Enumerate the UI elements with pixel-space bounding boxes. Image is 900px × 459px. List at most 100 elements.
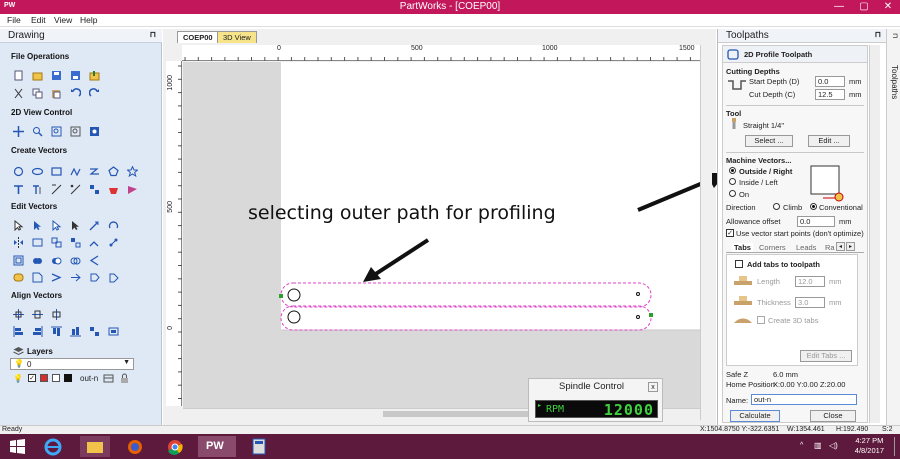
- layer-lock-icon[interactable]: [119, 373, 130, 384]
- tab-3d-view[interactable]: 3D View: [217, 31, 257, 43]
- tray-chevron-icon[interactable]: ^: [800, 442, 803, 449]
- side-tab-pin-icon[interactable]: ⊓: [890, 33, 898, 38]
- menu-file[interactable]: File: [7, 15, 21, 25]
- layer-checkbox[interactable]: ✓: [28, 374, 36, 382]
- toolpath-name-input[interactable]: out-n: [751, 394, 857, 405]
- chrome-icon[interactable]: [160, 436, 190, 457]
- open-folder-icon[interactable]: [32, 70, 43, 81]
- edit-tabs-button[interactable]: Edit Tabs ...: [800, 350, 852, 362]
- partworks-taskbar-button[interactable]: PW: [198, 436, 236, 457]
- zoom-box-icon[interactable]: [32, 126, 43, 137]
- rotate-icon[interactable]: [108, 220, 119, 231]
- polyline-icon[interactable]: [70, 166, 81, 177]
- align-bottom-icon[interactable]: [70, 326, 81, 337]
- text-icon[interactable]: [13, 184, 24, 195]
- smooth-icon[interactable]: [70, 272, 81, 283]
- toolpaths-scrollbar[interactable]: [869, 45, 880, 423]
- star-icon[interactable]: [127, 166, 138, 177]
- ungroup-icon[interactable]: [70, 237, 81, 248]
- dimension-icon[interactable]: [51, 184, 62, 195]
- calculator-icon[interactable]: [244, 436, 274, 457]
- show-desktop-button[interactable]: [894, 437, 898, 456]
- layer-fill-swatch[interactable]: [52, 374, 60, 382]
- end-node-marker[interactable]: [649, 313, 653, 317]
- move-icon[interactable]: [70, 220, 81, 231]
- radio-conventional[interactable]: [810, 203, 817, 210]
- tab-2d-view[interactable]: COEP00: [177, 31, 219, 43]
- start-depth-input[interactable]: 0.0: [815, 76, 845, 87]
- extend-icon[interactable]: [51, 272, 62, 283]
- fillet-tool-icon[interactable]: [13, 272, 24, 283]
- text-on-curve-icon[interactable]: [32, 184, 43, 195]
- distort-icon[interactable]: [32, 237, 43, 248]
- file-explorer-icon[interactable]: [80, 436, 110, 457]
- close-vector-icon[interactable]: [108, 237, 119, 248]
- ellipse-icon[interactable]: [32, 166, 43, 177]
- import-icon[interactable]: [89, 70, 100, 81]
- allowance-input[interactable]: 0.0: [797, 216, 835, 227]
- tool-edit-button[interactable]: Edit ...: [808, 135, 850, 147]
- align-horizontal-icon[interactable]: [32, 309, 43, 320]
- internet-explorer-icon[interactable]: [38, 436, 68, 457]
- paste-icon[interactable]: [51, 88, 62, 99]
- layer-visible-icon[interactable]: 💡: [13, 374, 23, 383]
- scale-icon[interactable]: [89, 220, 100, 231]
- menu-view[interactable]: View: [54, 15, 72, 25]
- layer-color-swatch[interactable]: [40, 374, 48, 382]
- toolpaths-side-tab[interactable]: ⊓ Toolpaths: [886, 29, 900, 425]
- subtab-ramps[interactable]: Ra: [825, 243, 835, 252]
- subtab-scroll-left-icon[interactable]: ◂: [836, 242, 845, 251]
- align-vertical-icon[interactable]: [51, 309, 62, 320]
- hole-small-1[interactable]: [636, 292, 640, 296]
- new-file-icon[interactable]: [13, 70, 24, 81]
- system-clock[interactable]: 4:27 PM 4/8/2017: [855, 436, 884, 456]
- hole-circle-2[interactable]: [287, 310, 301, 324]
- vertical-scrollbar[interactable]: [700, 45, 712, 420]
- subtract-icon[interactable]: [51, 255, 62, 266]
- layer-manager-icon[interactable]: [103, 373, 114, 384]
- pan-icon[interactable]: [13, 126, 24, 137]
- start-node-marker[interactable]: [279, 294, 283, 298]
- copy-icon[interactable]: [32, 88, 43, 99]
- pin-icon[interactable]: ⊓: [150, 30, 156, 39]
- mirror-icon[interactable]: [13, 237, 24, 248]
- redo-icon[interactable]: [89, 88, 100, 99]
- close-form-button[interactable]: Close: [810, 410, 856, 422]
- hole-circle-1[interactable]: [287, 288, 301, 302]
- fillet-icon[interactable]: [127, 184, 138, 195]
- save-icon[interactable]: [51, 70, 62, 81]
- trim-icon[interactable]: [89, 255, 100, 266]
- menu-edit[interactable]: Edit: [31, 15, 46, 25]
- calculate-button[interactable]: Calculate: [730, 410, 780, 422]
- bitmap-trace-icon[interactable]: [108, 184, 119, 195]
- subtab-tabs[interactable]: Tabs: [732, 243, 753, 252]
- subtab-leads[interactable]: Leads: [796, 243, 816, 252]
- length-input[interactable]: 12.0: [795, 276, 825, 287]
- transform-icon[interactable]: [51, 220, 62, 231]
- outer-path-selected-lower[interactable]: [280, 305, 652, 331]
- space-evenly-icon[interactable]: [89, 326, 100, 337]
- firefox-icon[interactable]: [120, 436, 150, 457]
- menu-help[interactable]: Help: [80, 15, 97, 25]
- offset-icon[interactable]: [13, 255, 24, 266]
- create-3d-tabs-checkbox[interactable]: [757, 316, 765, 324]
- undo-icon[interactable]: [70, 88, 81, 99]
- zoom-extents-icon[interactable]: [51, 126, 62, 137]
- cut-depth-input[interactable]: 12.5: [815, 89, 845, 100]
- toolpaths-pin-icon[interactable]: ⊓: [875, 30, 881, 39]
- outer-path-selected[interactable]: [280, 282, 652, 308]
- add-tabs-checkbox[interactable]: [735, 260, 743, 268]
- align-center-icon[interactable]: [13, 309, 24, 320]
- subtab-scroll-right-icon[interactable]: ▸: [846, 242, 855, 251]
- maximize-button[interactable]: ▢: [852, 0, 876, 14]
- subtab-corners[interactable]: Corners: [759, 243, 786, 252]
- dogbone-icon[interactable]: [89, 272, 100, 283]
- rectangle-icon[interactable]: [51, 166, 62, 177]
- curve-icon[interactable]: [89, 166, 100, 177]
- circle-icon[interactable]: [13, 166, 24, 177]
- chamfer-icon[interactable]: [32, 272, 43, 283]
- save-as-icon[interactable]: [70, 70, 81, 81]
- zoom-material-icon[interactable]: [70, 126, 81, 137]
- spindle-close-button[interactable]: x: [648, 382, 658, 392]
- minimize-button[interactable]: —: [827, 0, 851, 14]
